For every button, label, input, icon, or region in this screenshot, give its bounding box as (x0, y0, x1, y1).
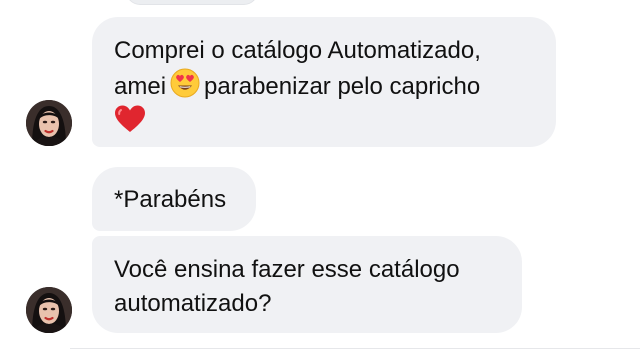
avatar[interactable] (26, 287, 72, 333)
message-text-line (114, 104, 534, 140)
previous-message-bubble-edge (126, 0, 258, 5)
message-bubble[interactable]: *Parabéns (92, 167, 256, 231)
red-heart-icon (114, 104, 146, 134)
message-bubble[interactable]: Você ensina fazer esse catálogo automati… (92, 236, 522, 333)
smiling-face-heart-eyes-icon (170, 68, 200, 98)
message-text: amei (114, 73, 167, 100)
divider (70, 348, 640, 349)
message-text-line: *Parabéns (114, 186, 227, 213)
message-text-line: Você ensina fazer esse catálogo (114, 256, 460, 283)
avatar[interactable] (26, 100, 72, 146)
message-bubble[interactable]: Comprei o catálogo Automatizado, amei pa… (92, 17, 556, 147)
message-text-line: Comprei o catálogo Automatizado, (114, 37, 481, 64)
message-text-line: automatizado? (114, 290, 272, 317)
message-text: parabenizar pelo capricho (204, 73, 481, 100)
message-text-line: amei parabenizar pelo capricho (114, 68, 534, 104)
